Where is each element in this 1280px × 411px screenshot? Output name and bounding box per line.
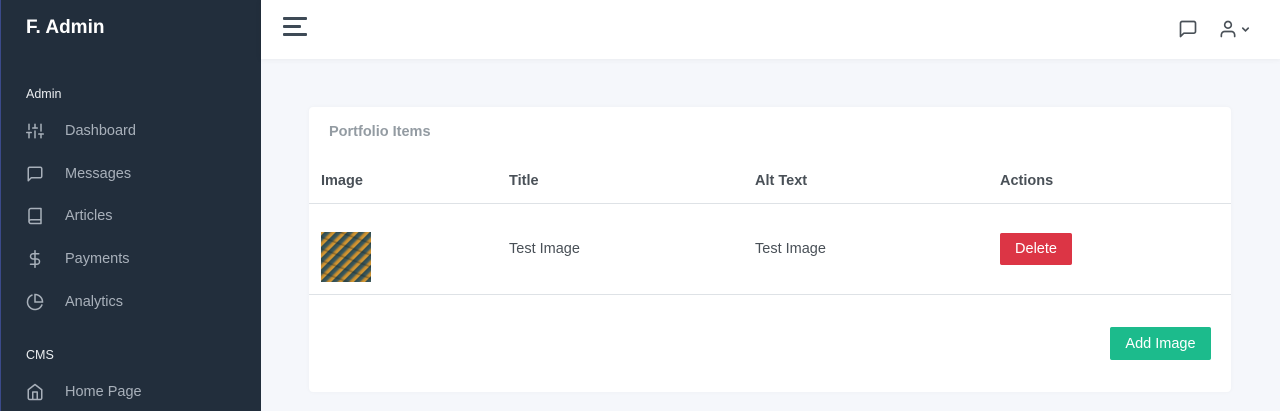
column-header-actions: Actions: [1000, 173, 1054, 189]
column-header-title: Title: [509, 173, 539, 189]
portfolio-card: Portfolio Items Image Title Alt Text Act…: [309, 107, 1231, 392]
column-header-image: Image: [321, 173, 363, 189]
sidebar-item-dashboard[interactable]: Dashboard: [26, 116, 256, 146]
dollar-sign-icon: [26, 249, 54, 269]
sidebar-header-admin: Admin: [26, 87, 62, 101]
topbar: [261, 0, 1280, 59]
sidebar-item-home-page[interactable]: Home Page: [26, 377, 256, 407]
sidebar-item-label: Articles: [65, 208, 113, 224]
portfolio-thumbnail: [321, 232, 371, 282]
add-image-button[interactable]: Add Image: [1110, 327, 1211, 360]
sidebar-item-label: Payments: [65, 251, 130, 267]
message-square-icon: [26, 164, 54, 184]
sidebar-item-label: Dashboard: [65, 123, 136, 139]
sidebar-item-analytics[interactable]: Analytics: [26, 287, 256, 317]
table-header-divider: [309, 203, 1231, 204]
table-row-divider: [309, 294, 1231, 295]
hamburger-icon[interactable]: [283, 17, 307, 37]
delete-button[interactable]: Delete: [1000, 233, 1072, 265]
home-icon: [26, 382, 54, 402]
sidebar-item-payments[interactable]: Payments: [26, 244, 256, 274]
user-icon[interactable]: [1218, 19, 1238, 44]
chevron-down-icon[interactable]: [1240, 22, 1251, 40]
sidebar: F. Admin Admin Dashboard Messages Articl…: [0, 0, 261, 411]
message-square-icon[interactable]: [1178, 19, 1198, 44]
sidebar-item-label: Home Page: [65, 384, 142, 400]
row-alt-text: Test Image: [755, 241, 826, 257]
sidebar-item-label: Analytics: [65, 294, 124, 310]
sidebar-item-messages[interactable]: Messages: [26, 159, 256, 189]
column-header-alt-text: Alt Text: [755, 173, 808, 189]
row-title: Test Image: [509, 241, 580, 257]
pie-chart-icon: [26, 292, 54, 312]
book-icon: [26, 206, 54, 226]
brand-logo[interactable]: F. Admin: [26, 17, 104, 39]
sidebar-header-cms: CMS: [26, 348, 54, 362]
sidebar-item-label: Messages: [65, 166, 132, 182]
card-title: Portfolio Items: [329, 124, 431, 140]
sliders-icon: [26, 121, 54, 141]
sidebar-item-articles[interactable]: Articles: [26, 201, 256, 231]
